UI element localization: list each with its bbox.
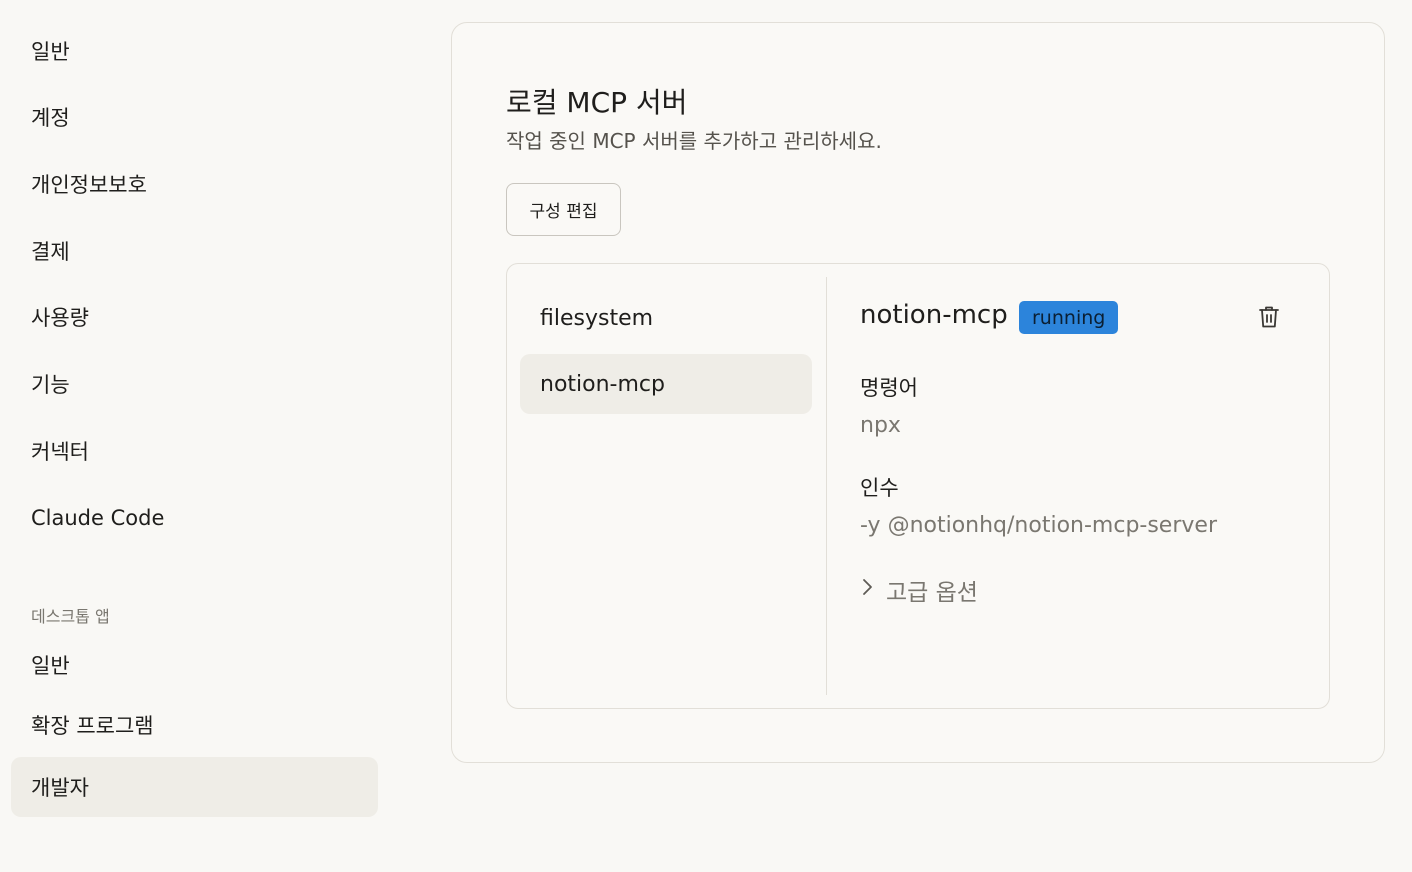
server-item-label: notion-mcp [540,371,665,397]
sidebar-item-label: 커넥터 [31,440,89,464]
sidebar-item-label: 기능 [31,373,70,397]
advanced-options-toggle[interactable]: 고급 옵션 [860,572,978,608]
command-value: npx [860,413,901,438]
server-item-filesystem[interactable]: filesystem [520,288,812,348]
sidebar-item-usage[interactable]: 사용량 [11,287,378,347]
chevron-right-icon [860,577,874,603]
advanced-options-label: 고급 옵션 [886,580,978,606]
server-item-label: filesystem [540,305,654,331]
sidebar-item-features[interactable]: 기능 [11,354,378,414]
sidebar-section-desktop-app: 데스크톱 앱 [31,607,110,626]
page-subtitle: 작업 중인 MCP 서버를 추가하고 관리하세요. [506,129,882,153]
sidebar-item-general[interactable]: 일반 [11,21,378,81]
server-item-notion-mcp[interactable]: notion-mcp [520,354,812,414]
page-title: 로컬 MCP 서버 [506,86,688,119]
sidebar-item-developer[interactable]: 개발자 [11,757,378,817]
local-mcp-servers-panel: 로컬 MCP 서버 작업 중인 MCP 서버를 추가하고 관리하세요. 구성 편… [451,22,1385,763]
server-manager: filesystem notion-mcp notion-mcp running… [506,263,1330,709]
edit-config-button[interactable]: 구성 편집 [506,183,621,236]
server-list: filesystem notion-mcp [507,264,827,708]
sidebar-item-claude-code[interactable]: Claude Code [11,488,378,548]
server-detail: notion-mcp running 명령어 npx 인수 -y @notion… [827,264,1329,708]
sidebar-item-label: 사용량 [31,306,89,330]
sidebar-item-privacy[interactable]: 개인정보보호 [11,154,378,214]
server-detail-name: notion-mcp [860,300,1008,330]
sidebar-item-label: 일반 [31,654,70,678]
settings-sidebar: 일반 계정 개인정보보호 결제 사용량 기능 커넥터 Claude Code 데… [0,0,400,872]
status-badge: running [1019,301,1119,334]
sidebar-item-connectors[interactable]: 커넥터 [11,421,378,481]
sidebar-item-label: 일반 [31,40,70,64]
sidebar-item-account[interactable]: 계정 [11,87,378,147]
sidebar-item-billing[interactable]: 결제 [11,221,378,281]
sidebar-item-label: Claude Code [31,506,165,530]
sidebar-item-desktop-general[interactable]: 일반 [11,635,378,695]
sidebar-item-extensions[interactable]: 확장 프로그램 [11,695,378,755]
command-label: 명령어 [860,376,918,400]
sidebar-item-label: 개발자 [31,776,89,800]
trash-icon[interactable] [1255,302,1283,332]
args-label: 인수 [860,476,899,500]
args-value: -y @notionhq/notion-mcp-server [860,513,1217,538]
sidebar-item-label: 개인정보보호 [31,173,147,197]
sidebar-item-label: 결제 [31,240,70,264]
sidebar-item-label: 확장 프로그램 [31,714,154,738]
sidebar-item-label: 계정 [31,106,70,130]
